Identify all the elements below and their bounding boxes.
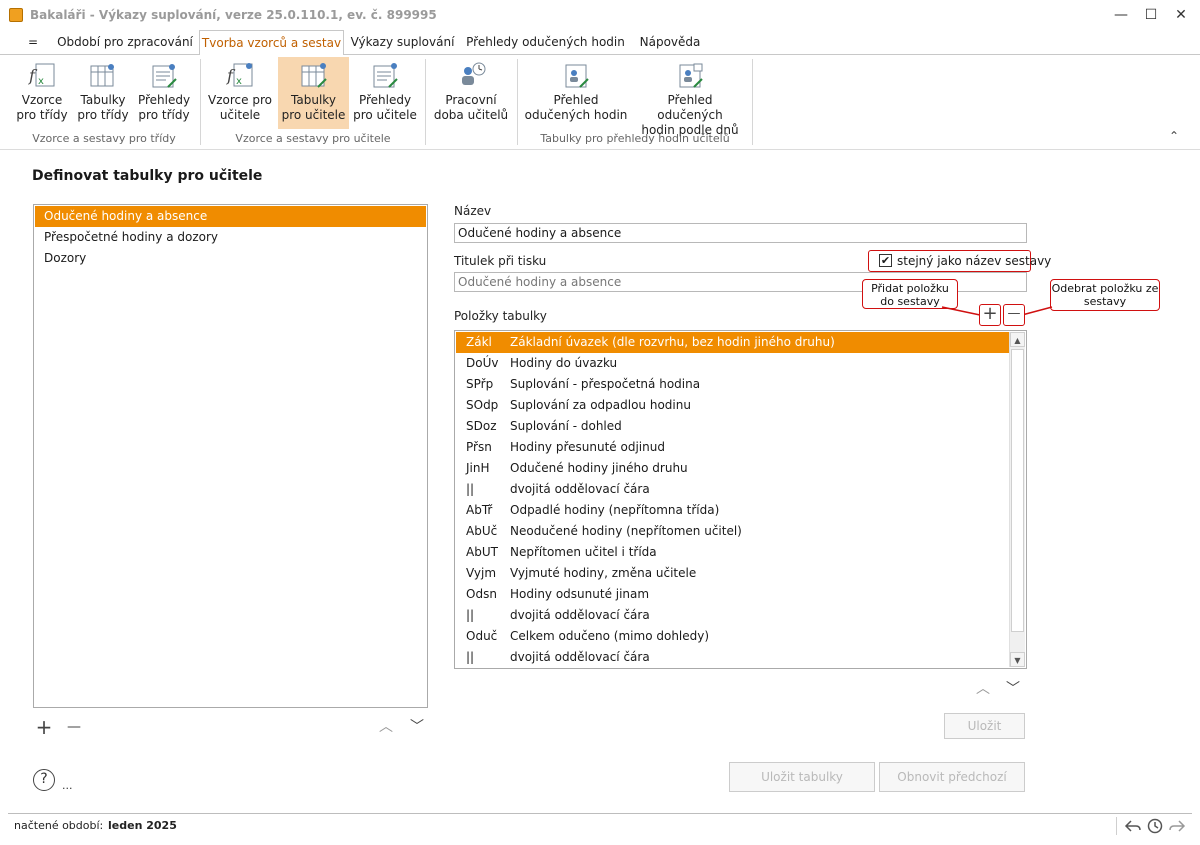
same-as-name-label: stejný jako název sestavy xyxy=(897,254,1052,268)
status-label: načtené období: xyxy=(14,819,104,832)
callout-pointer xyxy=(941,306,981,316)
minimize-button[interactable]: — xyxy=(1106,3,1136,27)
ribbon-separator xyxy=(425,59,426,145)
scroll-up-icon[interactable]: ▲ xyxy=(1010,332,1025,347)
checkbox-check-icon[interactable]: ✔ xyxy=(879,254,892,267)
tab-tvorba-vzorcu[interactable]: Tvorba vzorců a sestav xyxy=(199,30,344,56)
table-row[interactable]: SOdp Suplování za odpadlou hodinu xyxy=(456,395,1009,416)
list-item[interactable]: Dozory xyxy=(35,248,426,269)
history-icon[interactable] xyxy=(1146,817,1164,835)
svg-text:x: x xyxy=(236,76,242,87)
table-row[interactable]: Zákl Základní úvazek (dle rozvrhu, bez ho… xyxy=(456,332,1009,353)
formula-icon: f x xyxy=(226,63,253,87)
table-row[interactable]: || dvojitá oddělovací čára xyxy=(456,605,1009,626)
vzorce-pro-tridy-button[interactable]: f x Vzorce pro třídy xyxy=(13,57,71,129)
remove-item-button[interactable]: — xyxy=(1003,304,1025,326)
add-table-button[interactable]: + xyxy=(34,717,54,737)
list-item[interactable]: Přespočetné hodiny a dozory xyxy=(35,227,426,248)
status-value: leden 2025 xyxy=(108,819,177,832)
clock-person-icon xyxy=(462,62,486,85)
status-bar: načtené období: leden 2025 xyxy=(8,813,1192,837)
move-up-icon[interactable]: ︿ xyxy=(376,717,396,737)
redo-icon[interactable] xyxy=(1168,818,1186,834)
close-button[interactable]: ✕ xyxy=(1166,3,1196,27)
tabulky-pro-ucitele-button[interactable]: Tabulky pro učitele xyxy=(278,57,349,129)
page-title: Definovat tabulky pro učitele xyxy=(32,168,263,184)
prehledy-pro-tridy-button[interactable]: Přehledy pro třídy xyxy=(134,57,194,129)
document-person-icon xyxy=(565,64,589,88)
table-row[interactable]: AbUT Nepřítomen učitel i třída xyxy=(456,542,1009,563)
move-down-icon[interactable]: ﹀ xyxy=(406,717,428,737)
title-bar: Bakaláři - Výkazy suplování, verze 25.0.… xyxy=(0,0,1200,30)
tab-obdobi[interactable]: Období pro zpracování xyxy=(52,30,198,55)
table-row[interactable]: DoÚv Hodiny do úvazku xyxy=(456,353,1009,374)
status-divider xyxy=(1116,817,1117,835)
table-row[interactable]: || dvojitá oddělovací čára xyxy=(456,479,1009,500)
undo-icon[interactable] xyxy=(1124,818,1142,834)
pracovni-doba-button[interactable]: Pracovní doba učitelů xyxy=(432,57,510,129)
item-move-up-icon[interactable]: ︿ xyxy=(972,679,994,699)
save-tables-button[interactable]: Uložit tabulky xyxy=(729,762,875,792)
tabulky-pro-tridy-button[interactable]: Tabulky pro třídy xyxy=(75,57,131,129)
tables-list[interactable]: Odučené hodiny a absence Přespočetné hod… xyxy=(33,204,428,708)
ribbon: f x Vzorce pro třídy Tabulky pro třídy P… xyxy=(0,55,1200,150)
same-as-name-checkbox[interactable]: ✔ stejný jako název sestavy xyxy=(868,250,1051,272)
tab-napoveda[interactable]: Nápověda xyxy=(632,30,708,55)
table-row[interactable]: Odsn Hodiny odsunuté jinam xyxy=(456,584,1009,605)
add-item-button[interactable]: + xyxy=(979,304,1001,326)
window-title: Bakaláři - Výkazy suplování, verze 25.0.… xyxy=(30,8,437,22)
restore-previous-button[interactable]: Obnovit předchozí xyxy=(879,762,1025,792)
vzorce-pro-ucitele-button[interactable]: f x Vzorce pro učitele xyxy=(206,57,274,129)
collapse-ribbon-icon[interactable]: ⌃ xyxy=(1166,129,1182,145)
tab-prehledy-oducenych[interactable]: Přehledy odučených hodin xyxy=(462,30,629,55)
tab-vykazy-suplovani[interactable]: Výkazy suplování xyxy=(345,30,460,55)
items-table[interactable]: Zákl Základní úvazek (dle rozvrhu, bez ho… xyxy=(454,330,1027,669)
table-row[interactable]: SDoz Suplování - dohled xyxy=(456,416,1009,437)
report-icon xyxy=(152,64,177,88)
formula-icon: f x xyxy=(28,63,55,87)
help-more-text[interactable]: ... xyxy=(62,779,73,792)
scroll-thumb[interactable] xyxy=(1011,349,1024,632)
maximize-button[interactable]: ☐ xyxy=(1136,3,1166,27)
table-row[interactable]: Přsn Hodiny přesunuté odjinud xyxy=(456,437,1009,458)
table-row[interactable]: Oduč Celkem odučeno (mimo dohledy) xyxy=(456,626,1009,647)
items-label: Položky tabulky xyxy=(454,309,547,323)
remove-table-button[interactable]: — xyxy=(64,717,84,737)
table-row[interactable]: AbTř Odpadlé hodiny (nepřítomna třída) xyxy=(456,500,1009,521)
table-row[interactable]: Vyjm Vyjmuté hodiny, změna učitele xyxy=(456,563,1009,584)
table-row[interactable]: JinH Odučené hodiny jiného druhu xyxy=(456,458,1009,479)
group-label-tridy: Vzorce a sestavy pro třídy xyxy=(32,132,176,145)
items-scrollbar[interactable]: ▲ ▼ xyxy=(1009,332,1025,667)
app-icon xyxy=(9,8,23,22)
prehled-podle-dnu-button[interactable]: Přehled odučených hodin podle dnů xyxy=(634,57,746,137)
item-move-down-icon[interactable]: ﹀ xyxy=(1002,679,1024,699)
list-item[interactable]: Odučené hodiny a absence xyxy=(35,206,426,227)
table-icon xyxy=(90,64,114,87)
prehledy-pro-ucitele-button[interactable]: Přehledy pro učitele xyxy=(352,57,418,129)
scroll-down-icon[interactable]: ▼ xyxy=(1010,652,1025,667)
report-icon xyxy=(373,63,398,88)
ribbon-tabs: = Období pro zpracování Tvorba vzorců a … xyxy=(0,30,1200,56)
name-input[interactable]: Odučené hodiny a absence xyxy=(454,223,1027,243)
group-label-ucitele: Vzorce a sestavy pro učitele xyxy=(235,132,391,145)
table-icon xyxy=(301,63,327,88)
print-title-label: Titulek při tisku xyxy=(454,254,547,268)
name-label: Název xyxy=(454,204,492,218)
ribbon-separator xyxy=(200,59,201,145)
table-row[interactable]: || dvojitá oddělovací čára xyxy=(456,647,1009,668)
table-row[interactable]: AbUč Neodučené hodiny (nepřítomen učitel) xyxy=(456,521,1009,542)
document-person-icon xyxy=(679,63,703,88)
remove-item-callout: Odebrat položku ze sestavy xyxy=(1050,279,1160,311)
app-menu-button[interactable]: = xyxy=(22,30,44,55)
ribbon-separator xyxy=(517,59,518,145)
table-row[interactable]: SPřp Suplování - přespočetná hodina xyxy=(456,374,1009,395)
callout-pointer xyxy=(1021,306,1053,316)
ribbon-separator xyxy=(752,59,753,145)
save-button[interactable]: Uložit xyxy=(944,713,1025,739)
group-label-prehledy: Tabulky pro přehledy hodin učitelů xyxy=(540,132,730,145)
svg-text:x: x xyxy=(38,76,44,87)
prehled-oducenych-hodin-button[interactable]: Přehled odučených hodin xyxy=(523,57,629,129)
help-icon[interactable]: ? xyxy=(33,769,55,791)
